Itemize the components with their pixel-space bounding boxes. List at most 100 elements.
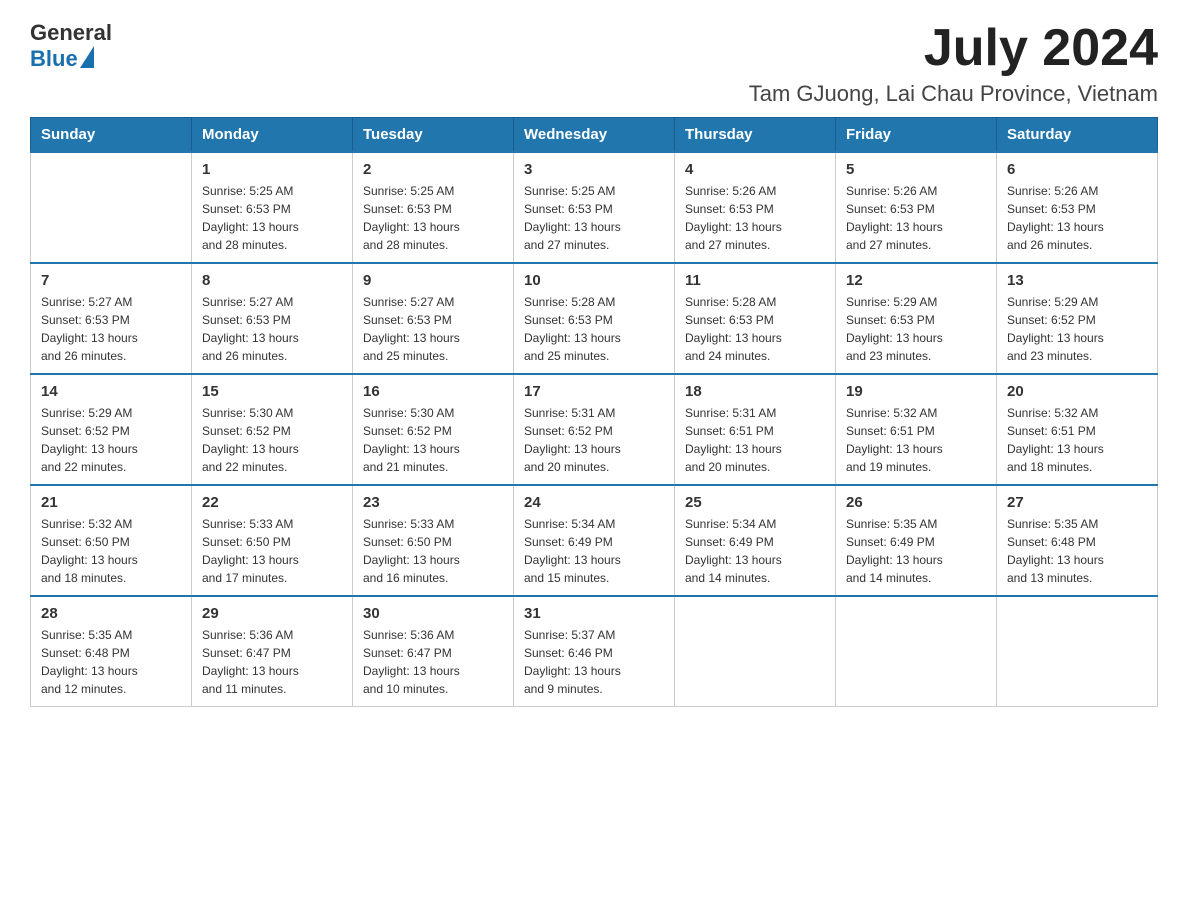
day-info: Sunrise: 5:34 AM Sunset: 6:49 PM Dayligh… — [685, 515, 825, 587]
day-info: Sunrise: 5:33 AM Sunset: 6:50 PM Dayligh… — [202, 515, 342, 587]
day-info: Sunrise: 5:26 AM Sunset: 6:53 PM Dayligh… — [685, 182, 825, 254]
day-info: Sunrise: 5:31 AM Sunset: 6:51 PM Dayligh… — [685, 404, 825, 476]
calendar-day-cell — [836, 596, 997, 707]
day-info: Sunrise: 5:29 AM Sunset: 6:53 PM Dayligh… — [846, 293, 986, 365]
day-number: 24 — [524, 494, 664, 511]
day-number: 6 — [1007, 161, 1147, 178]
day-info: Sunrise: 5:30 AM Sunset: 6:52 PM Dayligh… — [202, 404, 342, 476]
day-number: 27 — [1007, 494, 1147, 511]
day-number: 31 — [524, 605, 664, 622]
day-info: Sunrise: 5:35 AM Sunset: 6:48 PM Dayligh… — [1007, 515, 1147, 587]
logo-general-text: General — [30, 20, 112, 46]
calendar-day-cell: 16 Sunrise: 5:30 AM Sunset: 6:52 PM Dayli… — [353, 374, 514, 485]
calendar-day-cell: 9 Sunrise: 5:27 AM Sunset: 6:53 PM Daylig… — [353, 263, 514, 374]
day-info: Sunrise: 5:36 AM Sunset: 6:47 PM Dayligh… — [363, 626, 503, 698]
day-number: 25 — [685, 494, 825, 511]
weekday-header-monday: Monday — [192, 118, 353, 153]
day-number: 23 — [363, 494, 503, 511]
calendar-day-cell: 31 Sunrise: 5:37 AM Sunset: 6:46 PM Dayli… — [514, 596, 675, 707]
day-info: Sunrise: 5:30 AM Sunset: 6:52 PM Dayligh… — [363, 404, 503, 476]
day-info: Sunrise: 5:27 AM Sunset: 6:53 PM Dayligh… — [363, 293, 503, 365]
day-info: Sunrise: 5:32 AM Sunset: 6:51 PM Dayligh… — [1007, 404, 1147, 476]
weekday-header-friday: Friday — [836, 118, 997, 153]
calendar-week-row: 14 Sunrise: 5:29 AM Sunset: 6:52 PM Dayli… — [31, 374, 1158, 485]
calendar-day-cell: 4Sunrise: 5:26 AM Sunset: 6:53 PM Daylig… — [675, 152, 836, 263]
calendar-week-row: 21 Sunrise: 5:32 AM Sunset: 6:50 PM Dayli… — [31, 485, 1158, 596]
day-number: 16 — [363, 383, 503, 400]
weekday-header-sunday: Sunday — [31, 118, 192, 153]
day-number: 1 — [202, 161, 342, 178]
day-info: Sunrise: 5:26 AM Sunset: 6:53 PM Dayligh… — [846, 182, 986, 254]
weekday-header-thursday: Thursday — [675, 118, 836, 153]
day-info: Sunrise: 5:35 AM Sunset: 6:49 PM Dayligh… — [846, 515, 986, 587]
day-number: 18 — [685, 383, 825, 400]
day-info: Sunrise: 5:28 AM Sunset: 6:53 PM Dayligh… — [685, 293, 825, 365]
day-number: 8 — [202, 272, 342, 289]
calendar-day-cell: 24Sunrise: 5:34 AM Sunset: 6:49 PM Dayli… — [514, 485, 675, 596]
calendar-day-cell: 1 Sunrise: 5:25 AM Sunset: 6:53 PM Daylig… — [192, 152, 353, 263]
calendar-day-cell: 20 Sunrise: 5:32 AM Sunset: 6:51 PM Dayli… — [997, 374, 1158, 485]
day-info: Sunrise: 5:25 AM Sunset: 6:53 PM Dayligh… — [202, 182, 342, 254]
calendar-day-cell: 28Sunrise: 5:35 AM Sunset: 6:48 PM Dayli… — [31, 596, 192, 707]
day-number: 11 — [685, 272, 825, 289]
calendar-day-cell: 3 Sunrise: 5:25 AM Sunset: 6:53 PM Daylig… — [514, 152, 675, 263]
day-number: 22 — [202, 494, 342, 511]
day-number: 2 — [363, 161, 503, 178]
day-info: Sunrise: 5:27 AM Sunset: 6:53 PM Dayligh… — [202, 293, 342, 365]
day-number: 20 — [1007, 383, 1147, 400]
calendar-day-cell: 8 Sunrise: 5:27 AM Sunset: 6:53 PM Daylig… — [192, 263, 353, 374]
day-number: 14 — [41, 383, 181, 400]
day-info: Sunrise: 5:29 AM Sunset: 6:52 PM Dayligh… — [41, 404, 181, 476]
calendar-day-cell: 21 Sunrise: 5:32 AM Sunset: 6:50 PM Dayli… — [31, 485, 192, 596]
day-number: 3 — [524, 161, 664, 178]
day-number: 30 — [363, 605, 503, 622]
calendar-day-cell: 17 Sunrise: 5:31 AM Sunset: 6:52 PM Dayli… — [514, 374, 675, 485]
day-info: Sunrise: 5:29 AM Sunset: 6:52 PM Dayligh… — [1007, 293, 1147, 365]
calendar-day-cell: 10Sunrise: 5:28 AM Sunset: 6:53 PM Dayli… — [514, 263, 675, 374]
weekday-header-wednesday: Wednesday — [514, 118, 675, 153]
calendar-day-cell: 2 Sunrise: 5:25 AM Sunset: 6:53 PM Daylig… — [353, 152, 514, 263]
calendar-day-cell: 14 Sunrise: 5:29 AM Sunset: 6:52 PM Dayli… — [31, 374, 192, 485]
calendar-day-cell — [675, 596, 836, 707]
day-info: Sunrise: 5:31 AM Sunset: 6:52 PM Dayligh… — [524, 404, 664, 476]
calendar-day-cell: 6Sunrise: 5:26 AM Sunset: 6:53 PM Daylig… — [997, 152, 1158, 263]
calendar-header: SundayMondayTuesdayWednesdayThursdayFrid… — [31, 118, 1158, 153]
calendar-day-cell: 18 Sunrise: 5:31 AM Sunset: 6:51 PM Dayli… — [675, 374, 836, 485]
calendar-day-cell: 15 Sunrise: 5:30 AM Sunset: 6:52 PM Dayli… — [192, 374, 353, 485]
day-info: Sunrise: 5:25 AM Sunset: 6:53 PM Dayligh… — [524, 182, 664, 254]
calendar-day-cell: 25 Sunrise: 5:34 AM Sunset: 6:49 PM Dayli… — [675, 485, 836, 596]
day-number: 28 — [41, 605, 181, 622]
calendar-day-cell: 30 Sunrise: 5:36 AM Sunset: 6:47 PM Dayli… — [353, 596, 514, 707]
calendar-day-cell: 27 Sunrise: 5:35 AM Sunset: 6:48 PM Dayli… — [997, 485, 1158, 596]
day-number: 9 — [363, 272, 503, 289]
day-number: 21 — [41, 494, 181, 511]
calendar-day-cell: 26 Sunrise: 5:35 AM Sunset: 6:49 PM Dayli… — [836, 485, 997, 596]
logo: General Blue — [30, 20, 112, 72]
day-number: 12 — [846, 272, 986, 289]
day-number: 29 — [202, 605, 342, 622]
day-number: 5 — [846, 161, 986, 178]
logo-blue-text: Blue — [30, 46, 78, 72]
calendar-day-cell: 12 Sunrise: 5:29 AM Sunset: 6:53 PM Dayli… — [836, 263, 997, 374]
calendar-day-cell: 7Sunrise: 5:27 AM Sunset: 6:53 PM Daylig… — [31, 263, 192, 374]
calendar-day-cell: 19Sunrise: 5:32 AM Sunset: 6:51 PM Dayli… — [836, 374, 997, 485]
calendar-day-cell — [31, 152, 192, 263]
day-info: Sunrise: 5:36 AM Sunset: 6:47 PM Dayligh… — [202, 626, 342, 698]
day-number: 26 — [846, 494, 986, 511]
day-number: 15 — [202, 383, 342, 400]
calendar-body: 1 Sunrise: 5:25 AM Sunset: 6:53 PM Daylig… — [31, 152, 1158, 707]
day-info: Sunrise: 5:28 AM Sunset: 6:53 PM Dayligh… — [524, 293, 664, 365]
calendar-day-cell — [997, 596, 1158, 707]
day-info: Sunrise: 5:33 AM Sunset: 6:50 PM Dayligh… — [363, 515, 503, 587]
calendar-day-cell: 23 Sunrise: 5:33 AM Sunset: 6:50 PM Dayli… — [353, 485, 514, 596]
month-year-title: July 2024 — [749, 20, 1158, 77]
day-info: Sunrise: 5:25 AM Sunset: 6:53 PM Dayligh… — [363, 182, 503, 254]
weekday-header-saturday: Saturday — [997, 118, 1158, 153]
calendar-day-cell: 5 Sunrise: 5:26 AM Sunset: 6:53 PM Daylig… — [836, 152, 997, 263]
day-info: Sunrise: 5:32 AM Sunset: 6:50 PM Dayligh… — [41, 515, 181, 587]
calendar-day-cell: 29 Sunrise: 5:36 AM Sunset: 6:47 PM Dayli… — [192, 596, 353, 707]
calendar-table: SundayMondayTuesdayWednesdayThursdayFrid… — [30, 117, 1158, 707]
day-number: 17 — [524, 383, 664, 400]
day-info: Sunrise: 5:37 AM Sunset: 6:46 PM Dayligh… — [524, 626, 664, 698]
day-info: Sunrise: 5:27 AM Sunset: 6:53 PM Dayligh… — [41, 293, 181, 365]
